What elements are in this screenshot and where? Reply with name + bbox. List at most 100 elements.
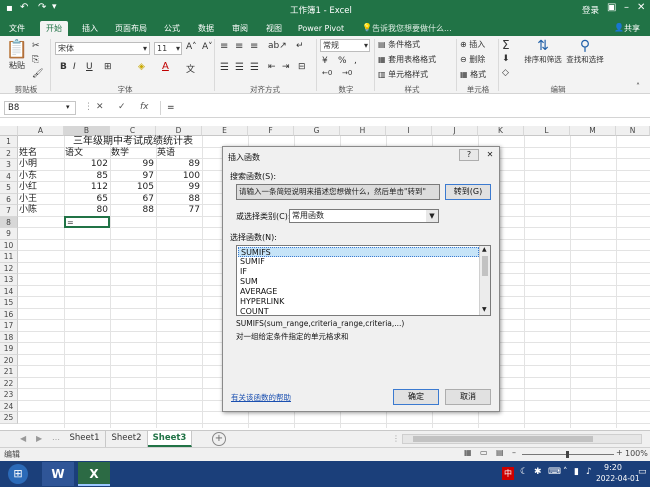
fill-color-icon[interactable]: ◈	[138, 62, 145, 72]
column-header-c[interactable]: C	[110, 126, 156, 136]
close-icon[interactable]: ✕	[481, 149, 499, 161]
share-button[interactable]: 共享	[624, 23, 640, 34]
align-center-icon[interactable]: ☰	[235, 62, 244, 73]
name-cell[interactable]: 小东	[19, 171, 37, 183]
align-bottom-icon[interactable]: ≡	[250, 41, 258, 52]
phonetic-icon[interactable]: 文	[186, 62, 195, 75]
orientation-icon[interactable]: ab↗	[268, 41, 287, 51]
tab-data[interactable]: 数据	[192, 21, 220, 36]
column-header-n[interactable]: N	[616, 126, 650, 136]
help-button[interactable]: ?	[459, 149, 479, 161]
table-format-button[interactable]: ▦ 套用表格格式	[378, 54, 458, 65]
autosum-button[interactable]: Σ	[502, 38, 510, 52]
column-header-b[interactable]: B	[64, 126, 110, 136]
cell-style-button[interactable]: ▥ 单元格样式	[378, 69, 458, 80]
minimize-icon[interactable]: –	[624, 2, 629, 13]
row-header[interactable]: 7	[0, 205, 18, 217]
copy-icon[interactable]: ⎘	[32, 55, 39, 65]
undo-icon[interactable]: ↶	[20, 2, 28, 13]
row-header[interactable]: 13	[0, 274, 18, 286]
keyboard-icon[interactable]: ⌨	[548, 467, 561, 477]
english-cell[interactable]: 100	[156, 171, 202, 183]
chevron-up-icon[interactable]: ˄	[563, 467, 568, 477]
next-sheet-icon[interactable]: ▶	[36, 434, 42, 443]
function-list[interactable]: SUMIFS SUMIF IF SUM AVERAGE HYPERLINK CO…	[236, 245, 491, 316]
tab-review[interactable]: 审阅	[226, 21, 254, 36]
chinese-cell[interactable]: 80	[64, 205, 110, 217]
find-select-button[interactable]: ⚲ 查找和选择	[564, 38, 606, 65]
math-cell[interactable]: 99	[110, 159, 156, 171]
cancel-formula-icon[interactable]: ✕	[96, 102, 104, 112]
currency-icon[interactable]: ¥	[322, 56, 328, 66]
decrease-decimal-icon[interactable]: →0	[342, 69, 352, 77]
chinese-cell[interactable]: 85	[64, 171, 110, 183]
shrink-font-icon[interactable]: A˅	[202, 42, 213, 52]
percent-icon[interactable]: %	[338, 56, 347, 66]
underline-button[interactable]: U	[86, 62, 93, 72]
sheet-tab-sheet2[interactable]: Sheet2	[106, 431, 148, 447]
quick-access-menu-icon[interactable]: ▾	[52, 2, 57, 12]
merge-center-icon[interactable]: ⊟	[298, 62, 306, 72]
row-header[interactable]: 24	[0, 400, 18, 412]
comma-icon[interactable]: ,	[354, 56, 357, 66]
conditional-format-button[interactable]: ▤ 条件格式	[378, 39, 458, 50]
column-header-d[interactable]: D	[156, 126, 202, 136]
column-header-m[interactable]: M	[570, 126, 616, 136]
more-sheets-icon[interactable]: …	[52, 433, 60, 442]
row-header[interactable]: 10	[0, 239, 18, 251]
indent-decrease-icon[interactable]: ⇤	[268, 62, 276, 72]
list-item[interactable]: COUNT	[238, 307, 479, 315]
english-cell[interactable]: 88	[156, 194, 202, 206]
row-header[interactable]: 2	[0, 147, 18, 159]
input-method-icon[interactable]: 中	[502, 467, 514, 480]
row-header[interactable]: 22	[0, 377, 18, 389]
row-header[interactable]: 15	[0, 297, 18, 309]
wrap-text-icon[interactable]: ↵	[296, 41, 304, 51]
split-handle-icon[interactable]: ⋮	[392, 434, 400, 443]
tab-insert[interactable]: 插入	[76, 21, 104, 36]
moon-icon[interactable]: ☾	[520, 467, 528, 477]
sheet-tab-sheet1[interactable]: Sheet1	[64, 431, 106, 447]
english-cell[interactable]: 77	[156, 205, 202, 217]
cut-icon[interactable]: ✂	[32, 41, 40, 51]
formula-input[interactable]: =	[160, 101, 646, 115]
column-header-j[interactable]: J	[432, 126, 478, 136]
close-icon[interactable]: ✕	[637, 2, 645, 13]
sort-filter-button[interactable]: ⇅ 排序和筛选	[522, 38, 564, 65]
name-cell[interactable]: 小明	[19, 159, 37, 171]
goto-button[interactable]: 转到(G)	[445, 184, 491, 200]
insert-cells-button[interactable]: ⊕ 插入	[460, 39, 496, 50]
clock-time[interactable]: 9:20	[604, 463, 622, 472]
row-header[interactable]: 3	[0, 159, 18, 171]
login-button[interactable]: 登录	[582, 4, 599, 16]
header-cell-math[interactable]: 数学	[111, 148, 129, 160]
save-icon[interactable]: ▪	[6, 3, 13, 14]
zoom-level[interactable]: 100%	[625, 449, 648, 458]
math-cell[interactable]: 88	[110, 205, 156, 217]
delete-cells-button[interactable]: ⊖ 删除	[460, 54, 496, 65]
chevron-down-icon[interactable]: ▾	[66, 103, 70, 111]
sheet-title-cell[interactable]: 三年级期中考试成绩统计表	[64, 136, 202, 148]
scrollbar-thumb[interactable]	[413, 436, 593, 442]
ribbon-display-icon[interactable]: ▣	[607, 2, 616, 13]
scrollbar-thumb[interactable]	[482, 256, 488, 276]
row-header[interactable]: 9	[0, 228, 18, 240]
name-cell[interactable]: 小王	[19, 194, 37, 206]
add-sheet-button[interactable]: +	[212, 432, 226, 446]
row-header[interactable]: 8	[0, 216, 18, 228]
row-header[interactable]: 21	[0, 366, 18, 378]
sheet-tab-sheet3[interactable]: Sheet3	[148, 431, 192, 447]
chevron-down-icon[interactable]: ▼	[482, 306, 487, 313]
align-right-icon[interactable]: ☰	[250, 62, 259, 73]
share-icon[interactable]: 👤	[614, 23, 624, 32]
number-format-combo[interactable]: 常规 ▾	[320, 39, 370, 52]
chinese-cell[interactable]: 65	[64, 194, 110, 206]
row-header[interactable]: 20	[0, 354, 18, 366]
font-color-icon[interactable]: A	[162, 61, 169, 72]
collapse-ribbon-icon[interactable]: ˄	[636, 82, 640, 91]
tab-file[interactable]: 文件	[4, 21, 30, 36]
clock-date[interactable]: 2022-04-01	[596, 474, 640, 483]
column-header-a[interactable]: A	[18, 126, 64, 136]
settings-icon[interactable]: ✱	[534, 467, 542, 477]
math-cell[interactable]: 105	[110, 182, 156, 194]
